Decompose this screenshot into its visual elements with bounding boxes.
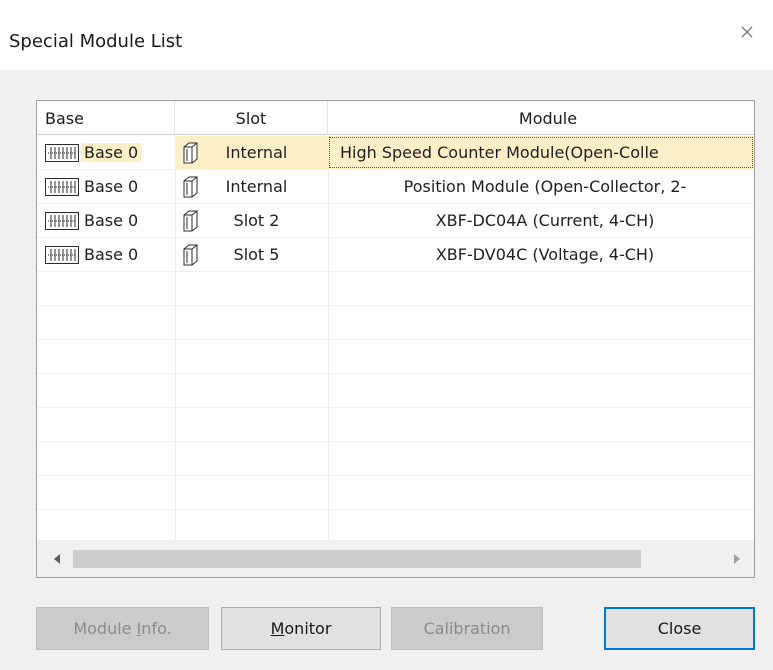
base-cell: Base 0	[37, 136, 175, 169]
module-slot-icon	[183, 210, 198, 231]
empty-row	[37, 476, 754, 510]
base-label: Base 0	[81, 143, 142, 162]
module-cell: High Speed Counter Module(Open-Colle	[328, 136, 754, 169]
monitor-button[interactable]: Monitor	[221, 607, 381, 650]
base-cell: Base 0	[37, 170, 175, 203]
column-header-module[interactable]: Module	[328, 101, 754, 135]
module-info-label-prefix: Module	[73, 619, 137, 638]
table-row[interactable]: Base 0 Internal High Speed Counter Module(…	[37, 136, 754, 170]
column-header-base[interactable]: Base	[37, 101, 175, 135]
base-rack-icon	[45, 177, 79, 196]
module-label: XBF-DC04A (Current, 4-CH)	[435, 211, 655, 230]
slot-label: Internal	[225, 177, 288, 196]
slot-cell: Slot 5	[175, 238, 328, 271]
close-window-button[interactable]	[733, 18, 761, 46]
horizontal-scrollbar[interactable]	[37, 540, 754, 577]
table-row[interactable]: Base 0 Internal Position Module (Open-Coll…	[37, 170, 754, 204]
close-icon	[741, 26, 753, 38]
module-cell: Position Module (Open-Collector, 2-	[328, 170, 754, 203]
module-info-button[interactable]: Module Info.	[36, 607, 209, 650]
empty-row	[37, 408, 754, 442]
module-cell: XBF-DV04C (Voltage, 4-CH)	[328, 238, 754, 271]
module-info-label-suffix: nfo.	[141, 619, 172, 638]
scrollbar-thumb[interactable]	[73, 550, 641, 568]
scroll-left-arrow-icon[interactable]	[47, 549, 67, 569]
slot-label: Slot 5	[233, 245, 280, 264]
module-label: High Speed Counter Module(Open-Colle	[340, 143, 659, 162]
module-slot-icon	[183, 244, 198, 265]
empty-row	[37, 340, 754, 374]
table-row[interactable]: Base 0 Slot 5 XBF-DV04C (Voltage, 4-CH)	[37, 238, 754, 272]
module-list-view[interactable]: Base Slot Module Base 0 Internal High Spee…	[36, 100, 755, 578]
base-label: Base 0	[84, 245, 139, 264]
close-button[interactable]: Close	[604, 607, 755, 650]
base-rack-icon	[45, 211, 79, 230]
base-cell: Base 0	[37, 238, 175, 271]
base-rack-icon	[45, 143, 79, 162]
window-title: Special Module List	[9, 31, 183, 52]
slot-label: Slot 2	[233, 211, 280, 230]
list-rows: Base 0 Internal High Speed Counter Module(…	[37, 136, 754, 540]
empty-row	[37, 306, 754, 340]
base-rack-icon	[45, 245, 79, 264]
base-label: Base 0	[84, 177, 139, 196]
special-module-list-dialog: Special Module List Base Slot Module Bas…	[0, 0, 773, 670]
title-bar: Special Module List	[0, 0, 773, 70]
empty-row	[37, 272, 754, 306]
monitor-label-suffix: onitor	[284, 619, 332, 638]
slot-cell: Internal	[175, 136, 328, 169]
calibration-button[interactable]: Calibration	[391, 607, 543, 650]
module-slot-icon	[183, 142, 198, 163]
module-cell: XBF-DC04A (Current, 4-CH)	[328, 204, 754, 237]
slot-cell: Internal	[175, 170, 328, 203]
module-label: XBF-DV04C (Voltage, 4-CH)	[435, 245, 655, 264]
empty-row	[37, 510, 754, 540]
slot-cell: Slot 2	[175, 204, 328, 237]
scroll-right-arrow-icon[interactable]	[727, 549, 747, 569]
base-label: Base 0	[84, 211, 139, 230]
monitor-mnemonic: M	[270, 619, 285, 638]
module-slot-icon	[183, 176, 198, 197]
table-row[interactable]: Base 0 Slot 2 XBF-DC04A (Current, 4-CH)	[37, 204, 754, 238]
list-header: Base Slot Module	[37, 101, 754, 135]
empty-row	[37, 374, 754, 408]
base-cell: Base 0	[37, 204, 175, 237]
empty-row	[37, 442, 754, 476]
slot-label: Internal	[225, 143, 288, 162]
module-label: Position Module (Open-Collector, 2-	[403, 177, 687, 196]
column-header-slot[interactable]: Slot	[175, 101, 328, 135]
